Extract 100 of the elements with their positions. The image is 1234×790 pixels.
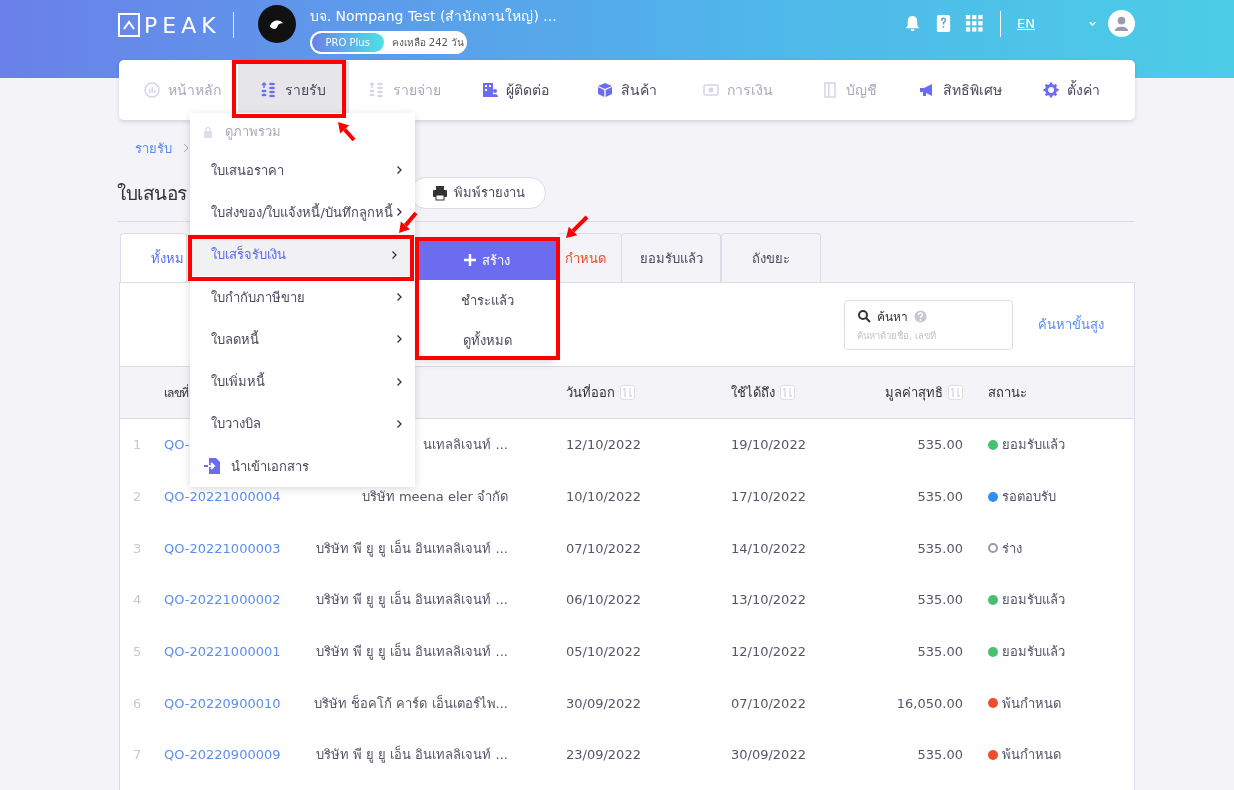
settings-icon xyxy=(1042,82,1059,98)
building-person-icon xyxy=(482,82,499,98)
sort-icon[interactable] xyxy=(948,385,963,400)
status-label: ยอมรับแล้ว xyxy=(1002,643,1065,662)
chevron-right-icon xyxy=(396,165,403,176)
annotation-arrow xyxy=(338,122,356,142)
document-link[interactable]: QO-20220900009 xyxy=(164,747,281,763)
table-cell-text: 535.00 xyxy=(916,592,963,608)
search-field[interactable]: ค้นหา ค้นหาด้วยชื่อ, เลขที่ xyxy=(844,299,1013,350)
column-header: สถานะ xyxy=(988,384,1027,402)
table-cell: นเทลลิเจนท์ ... xyxy=(423,437,508,453)
megaphone-icon xyxy=(918,82,935,98)
column-header: เลขที่ xyxy=(164,383,189,402)
chevron-right-icon xyxy=(391,249,398,260)
table-cell-text: 07/10/2022 xyxy=(731,695,807,711)
coin-stack-icon xyxy=(368,82,385,98)
breadcrumb-link[interactable]: รายรับ xyxy=(135,137,172,159)
search-icon xyxy=(857,308,872,324)
table-cell-text: 30/09/2022 xyxy=(731,747,807,763)
help-book-icon[interactable] xyxy=(934,14,953,33)
table-cell: บริษัท พี ยู ยู เอ็น อินเทลลิเจนท์ ... xyxy=(315,592,508,608)
table-cell-text: 535.00 xyxy=(916,644,963,660)
file-import-icon xyxy=(203,457,221,476)
menu-item[interactable]: นำเข้าเอกสาร xyxy=(190,445,415,488)
table-cell: บริษัท พี ยู ยู เอ็น อินเทลลิเจนท์ ... xyxy=(315,540,508,556)
status-label: ยอมรับแล้ว xyxy=(1002,591,1065,610)
nav-tab[interactable]: สิทธิพิเศษ xyxy=(904,62,1016,118)
table-cell-text: 13/10/2022 xyxy=(731,592,807,608)
table-cell-text: 23/09/2022 xyxy=(566,747,642,763)
breadcrumb-chevron-icon xyxy=(182,143,190,153)
status-label: ร่าง xyxy=(1002,539,1022,558)
table-cell-text: 535.00 xyxy=(916,747,963,763)
table-cell-text: 12/10/2022 xyxy=(566,437,642,453)
remaining-days: คงเหลือ 242 วัน xyxy=(391,35,465,50)
table-cell-text: 12/10/2022 xyxy=(731,644,807,660)
status-label: พ้นกำหนด xyxy=(1002,694,1061,713)
status-label: พ้นกำหนด xyxy=(1002,746,1061,765)
annotation-arrow xyxy=(566,215,589,238)
chevron-right-icon xyxy=(396,376,403,387)
plan-badge: PRO Plus xyxy=(311,33,384,52)
column-header: ใช้ได้ถึง xyxy=(731,384,775,402)
menu-item[interactable]: ใบเสนอราคา xyxy=(190,149,415,192)
filter-tab[interactable]: ถังขยะ xyxy=(721,233,821,282)
table-cell: บริษัท พี ยู ยู เอ็น อินเทลลิเจนท์ ... xyxy=(315,747,508,763)
apps-grid-icon[interactable] xyxy=(965,14,984,33)
status-label: ยอมรับแล้ว xyxy=(1002,436,1065,455)
plus-icon xyxy=(464,254,476,266)
table-cell-text: 10/10/2022 xyxy=(566,489,642,505)
nav-tab[interactable]: สินค้า xyxy=(571,62,683,118)
table-cell-text: 19/10/2022 xyxy=(731,437,807,453)
document-link[interactable]: QO-20221000004 xyxy=(164,489,281,505)
cube-icon xyxy=(597,82,613,98)
chevron-right-icon xyxy=(396,334,403,345)
status-label: รอตอบรับ xyxy=(1002,488,1056,507)
document-link[interactable]: QO-20221000001 xyxy=(164,644,281,660)
book-icon xyxy=(821,82,838,98)
table-cell-text: 07/10/2022 xyxy=(566,540,642,556)
sort-icon[interactable] xyxy=(620,385,635,400)
table-cell: บริษัท meena eler จำกัด xyxy=(361,489,508,505)
table-cell-text: 535.00 xyxy=(916,437,963,453)
filter-tab[interactable]: ทั้งหม xyxy=(120,233,187,282)
logo: PEAK xyxy=(118,12,234,38)
user-avatar[interactable] xyxy=(1108,10,1135,37)
submenu-item[interactable]: สร้าง xyxy=(418,240,556,280)
printer-icon xyxy=(431,184,448,201)
table-cell-text: 14/10/2022 xyxy=(731,540,807,556)
document-link[interactable]: QO-20221000003 xyxy=(164,540,281,556)
chevron-right-icon xyxy=(396,418,403,429)
sort-icon[interactable] xyxy=(780,385,795,400)
menu-item[interactable]: ใบส่งของ/ใบแจ้งหนี้/บันทึกลูกหนี้ xyxy=(190,191,415,234)
menu-item[interactable]: ใบวางบิล xyxy=(190,402,415,446)
chevron-right-icon xyxy=(396,292,403,303)
advanced-search-link[interactable]: ค้นหาขั้นสูง xyxy=(1038,314,1104,335)
chevron-right-icon xyxy=(396,207,403,218)
company-name[interactable]: บจ. Nompang Test (สำนักงานใหญ่) ... xyxy=(309,5,557,27)
column-header: มูลค่าสุทธิ xyxy=(885,384,943,403)
chart-icon xyxy=(144,82,161,98)
document-link[interactable]: QO-20220900010 xyxy=(164,695,281,711)
table-cell-text: 17/10/2022 xyxy=(731,489,807,505)
search-label: ค้นหา xyxy=(877,308,908,326)
bell-icon[interactable] xyxy=(903,14,922,33)
logo-mark-icon xyxy=(118,13,140,37)
menu-item[interactable]: ใบลดหนี้ xyxy=(190,318,415,361)
table-cell-text: 535.00 xyxy=(916,540,963,556)
menu-item[interactable]: ใบเพิ่มหนี้ xyxy=(190,360,415,403)
document-link[interactable]: QO-20221000002 xyxy=(164,592,281,608)
coin-stack-icon xyxy=(261,82,278,98)
document-link[interactable]: QO- xyxy=(164,437,190,453)
table-cell-text: 06/10/2022 xyxy=(566,592,642,608)
nav-tab[interactable]: ตั้งค่า xyxy=(1015,62,1127,118)
lock-icon xyxy=(203,125,213,139)
table-cell-text: 16,050.00 xyxy=(895,695,963,711)
nav-tab[interactable]: ผู้ติดต่อ xyxy=(460,62,572,118)
table-cell-text: 535.00 xyxy=(916,489,963,505)
annotation-arrow xyxy=(399,211,418,233)
table-cell-text: 05/10/2022 xyxy=(566,644,642,660)
filter-tab[interactable]: ยอมรับแล้ว xyxy=(621,233,721,282)
help-icon[interactable] xyxy=(913,308,928,324)
page-title: ใบเสนอร xyxy=(117,180,188,206)
column-header: วันที่ออก xyxy=(566,383,615,402)
